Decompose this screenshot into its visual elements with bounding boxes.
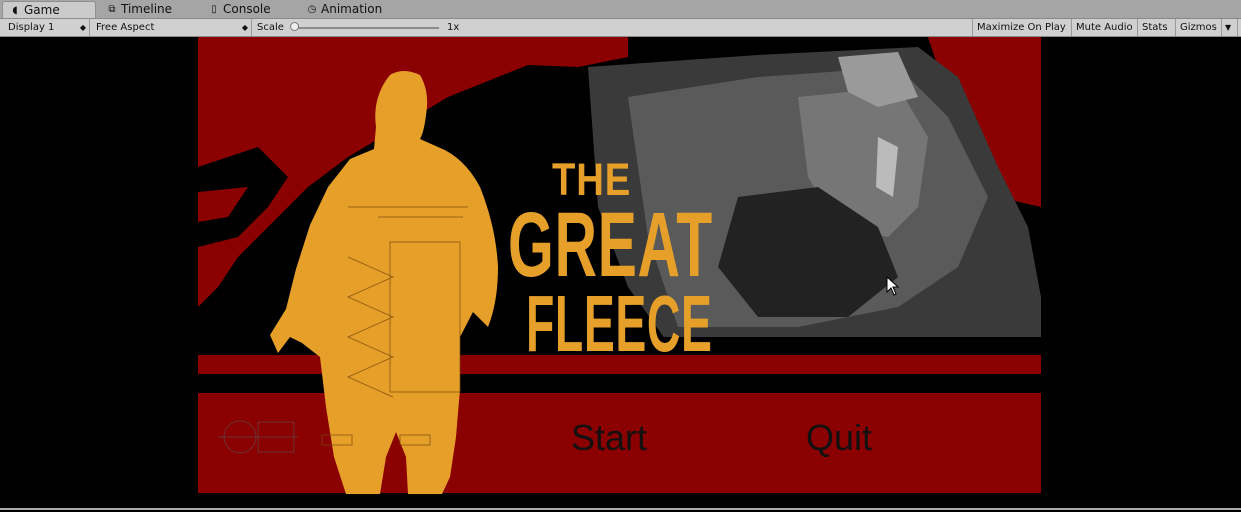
title-line-2: GREAT <box>508 194 713 296</box>
tab-console-label: Console <box>223 2 271 16</box>
scale-slider-track[interactable] <box>297 27 439 29</box>
gizmos-button[interactable]: Gizmos <box>1176 19 1222 36</box>
mute-audio-button[interactable]: Mute Audio <box>1072 19 1138 36</box>
tab-timeline-label: Timeline <box>121 2 173 16</box>
gizmos-label: Gizmos <box>1180 22 1217 33</box>
tab-timeline[interactable]: ⧉ Timeline <box>106 1 172 18</box>
maximize-on-play-button[interactable]: Maximize On Play <box>972 19 1072 36</box>
game-view[interactable]: THE GREAT FLEECE Start Quit <box>0 37 1241 512</box>
mute-audio-label: Mute Audio <box>1076 22 1133 33</box>
quit-button[interactable]: Quit <box>806 420 872 456</box>
dropdown-arrow-icon: ◆ <box>79 23 86 32</box>
game-view-toolbar: Display 1 ◆ Free Aspect ◆ Scale 1x Maxim… <box>0 19 1241 37</box>
scale-label: Scale <box>257 22 284 33</box>
game-main-menu: THE GREAT FLEECE Start Quit <box>198 37 1041 494</box>
tab-game[interactable]: ◖ Game <box>2 1 96 18</box>
aspect-dropdown[interactable]: Free Aspect ◆ <box>92 19 252 36</box>
maximize-on-play-label: Maximize On Play <box>977 22 1066 33</box>
start-button[interactable]: Start <box>571 420 647 456</box>
stats-label: Stats <box>1142 22 1168 33</box>
timeline-icon: ⧉ <box>108 4 116 15</box>
display-dropdown-label: Display 1 <box>8 22 55 33</box>
aspect-dropdown-label: Free Aspect <box>96 22 155 33</box>
editor-tab-bar: ◖ Game ⧉ Timeline ▯ Console ◷ Animation <box>0 0 1241 19</box>
dropdown-arrow-icon: ▼ <box>1225 23 1232 32</box>
pacman-icon: ◖ <box>12 4 18 16</box>
display-dropdown[interactable]: Display 1 ◆ <box>4 19 90 36</box>
tab-console[interactable]: ▯ Console <box>208 1 271 18</box>
tab-animation[interactable]: ◷ Animation <box>306 1 383 18</box>
tab-game-label: Game <box>24 2 60 17</box>
mouse-cursor-icon <box>886 276 900 296</box>
tab-animation-label: Animation <box>321 2 383 16</box>
gizmos-dropdown[interactable]: ▼ <box>1222 19 1238 36</box>
clock-icon: ◷ <box>307 4 317 15</box>
console-icon: ▯ <box>211 4 217 15</box>
dropdown-arrow-icon: ◆ <box>241 23 248 32</box>
stats-button[interactable]: Stats <box>1138 19 1176 36</box>
title-line-3: FLEECE <box>526 279 713 368</box>
scale-slider-handle[interactable] <box>290 22 299 31</box>
scale-value: 1x <box>447 22 460 33</box>
game-view-bottom-border <box>0 508 1241 510</box>
